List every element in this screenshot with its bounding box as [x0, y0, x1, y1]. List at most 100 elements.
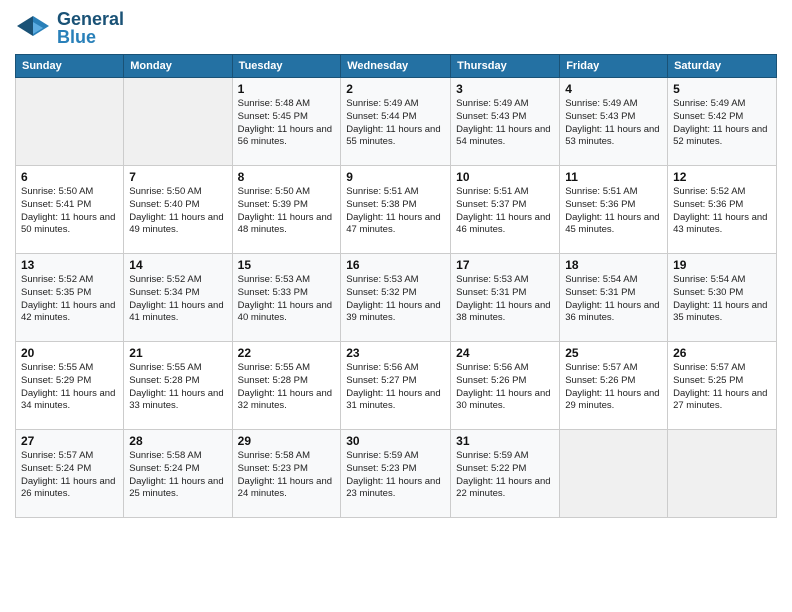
- calendar-week-row: 27 Sunrise: 5:57 AM Sunset: 5:24 PM Dayli…: [16, 430, 777, 518]
- day-detail: Sunrise: 5:49 AM Sunset: 5:43 PM Dayligh…: [456, 98, 554, 149]
- day-number: 18: [565, 258, 662, 272]
- calendar-cell: 13 Sunrise: 5:52 AM Sunset: 5:35 PM Dayli…: [16, 254, 124, 342]
- day-detail: Sunrise: 5:56 AM Sunset: 5:27 PM Dayligh…: [346, 362, 445, 413]
- header-wednesday: Wednesday: [341, 55, 451, 78]
- day-detail: Sunrise: 5:55 AM Sunset: 5:28 PM Dayligh…: [129, 362, 226, 413]
- day-number: 17: [456, 258, 554, 272]
- calendar-week-row: 20Sunrise: 5:55 AM Sunset: 5:29 PM Dayli…: [16, 342, 777, 430]
- day-detail: Sunrise: 5:48 AM Sunset: 5:45 PM Dayligh…: [238, 98, 336, 149]
- calendar-cell: 25 Sunrise: 5:57 AM Sunset: 5:26 PM Dayli…: [560, 342, 668, 430]
- calendar-cell: [16, 78, 124, 166]
- day-number: 5: [673, 82, 771, 96]
- day-number: 13: [21, 258, 118, 272]
- day-detail: Sunrise: 5:53 AM Sunset: 5:32 PM Dayligh…: [346, 274, 445, 325]
- calendar-cell: 19Sunrise: 5:54 AM Sunset: 5:30 PM Dayli…: [668, 254, 777, 342]
- calendar-cell: 30Sunrise: 5:59 AM Sunset: 5:23 PM Dayli…: [341, 430, 451, 518]
- day-detail: Sunrise: 5:52 AM Sunset: 5:36 PM Dayligh…: [673, 186, 771, 237]
- calendar-cell: [560, 430, 668, 518]
- day-detail: Sunrise: 5:50 AM Sunset: 5:40 PM Dayligh…: [129, 186, 226, 237]
- day-number: 1: [238, 82, 336, 96]
- calendar-cell: 5 Sunrise: 5:49 AM Sunset: 5:42 PM Daylig…: [668, 78, 777, 166]
- calendar-cell: [124, 78, 232, 166]
- day-number: 25: [565, 346, 662, 360]
- day-number: 10: [456, 170, 554, 184]
- day-detail: Sunrise: 5:59 AM Sunset: 5:23 PM Dayligh…: [346, 450, 445, 501]
- calendar-cell: 26Sunrise: 5:57 AM Sunset: 5:25 PM Dayli…: [668, 342, 777, 430]
- calendar-cell: 10 Sunrise: 5:51 AM Sunset: 5:37 PM Dayli…: [451, 166, 560, 254]
- header-tuesday: Tuesday: [232, 55, 341, 78]
- header: General Blue: [15, 10, 777, 46]
- day-detail: Sunrise: 5:57 AM Sunset: 5:26 PM Dayligh…: [565, 362, 662, 413]
- day-number: 21: [129, 346, 226, 360]
- day-number: 31: [456, 434, 554, 448]
- day-number: 2: [346, 82, 445, 96]
- day-detail: Sunrise: 5:53 AM Sunset: 5:33 PM Dayligh…: [238, 274, 336, 325]
- calendar-cell: 14 Sunrise: 5:52 AM Sunset: 5:34 PM Dayli…: [124, 254, 232, 342]
- calendar-week-row: 13 Sunrise: 5:52 AM Sunset: 5:35 PM Dayli…: [16, 254, 777, 342]
- day-number: 16: [346, 258, 445, 272]
- calendar-header-row: Sunday Monday Tuesday Wednesday Thursday…: [16, 55, 777, 78]
- day-number: 19: [673, 258, 771, 272]
- day-number: 9: [346, 170, 445, 184]
- calendar-cell: 21 Sunrise: 5:55 AM Sunset: 5:28 PM Dayli…: [124, 342, 232, 430]
- calendar-cell: 23 Sunrise: 5:56 AM Sunset: 5:27 PM Dayli…: [341, 342, 451, 430]
- logo-text: General Blue: [57, 10, 124, 46]
- day-number: 3: [456, 82, 554, 96]
- day-number: 15: [238, 258, 336, 272]
- logo-icon: [15, 14, 51, 42]
- day-number: 27: [21, 434, 118, 448]
- day-number: 14: [129, 258, 226, 272]
- calendar-cell: [668, 430, 777, 518]
- calendar-cell: 16 Sunrise: 5:53 AM Sunset: 5:32 PM Dayli…: [341, 254, 451, 342]
- calendar-cell: 18 Sunrise: 5:54 AM Sunset: 5:31 PM Dayli…: [560, 254, 668, 342]
- day-number: 7: [129, 170, 226, 184]
- calendar-cell: 29Sunrise: 5:58 AM Sunset: 5:23 PM Dayli…: [232, 430, 341, 518]
- day-detail: Sunrise: 5:55 AM Sunset: 5:29 PM Dayligh…: [21, 362, 118, 413]
- day-detail: Sunrise: 5:52 AM Sunset: 5:35 PM Dayligh…: [21, 274, 118, 325]
- day-number: 4: [565, 82, 662, 96]
- day-detail: Sunrise: 5:57 AM Sunset: 5:25 PM Dayligh…: [673, 362, 771, 413]
- day-detail: Sunrise: 5:49 AM Sunset: 5:43 PM Dayligh…: [565, 98, 662, 149]
- calendar-cell: 17 Sunrise: 5:53 AM Sunset: 5:31 PM Dayli…: [451, 254, 560, 342]
- day-detail: Sunrise: 5:52 AM Sunset: 5:34 PM Dayligh…: [129, 274, 226, 325]
- day-detail: Sunrise: 5:51 AM Sunset: 5:36 PM Dayligh…: [565, 186, 662, 237]
- day-detail: Sunrise: 5:49 AM Sunset: 5:42 PM Dayligh…: [673, 98, 771, 149]
- day-detail: Sunrise: 5:51 AM Sunset: 5:38 PM Dayligh…: [346, 186, 445, 237]
- day-number: 23: [346, 346, 445, 360]
- calendar-table: Sunday Monday Tuesday Wednesday Thursday…: [15, 54, 777, 518]
- day-detail: Sunrise: 5:54 AM Sunset: 5:31 PM Dayligh…: [565, 274, 662, 325]
- calendar-cell: 24Sunrise: 5:56 AM Sunset: 5:26 PM Dayli…: [451, 342, 560, 430]
- day-detail: Sunrise: 5:57 AM Sunset: 5:24 PM Dayligh…: [21, 450, 118, 501]
- day-detail: Sunrise: 5:58 AM Sunset: 5:24 PM Dayligh…: [129, 450, 226, 501]
- calendar-cell: 20Sunrise: 5:55 AM Sunset: 5:29 PM Dayli…: [16, 342, 124, 430]
- day-detail: Sunrise: 5:53 AM Sunset: 5:31 PM Dayligh…: [456, 274, 554, 325]
- calendar-cell: 27 Sunrise: 5:57 AM Sunset: 5:24 PM Dayli…: [16, 430, 124, 518]
- logo: General Blue: [15, 10, 124, 46]
- day-number: 28: [129, 434, 226, 448]
- day-detail: Sunrise: 5:51 AM Sunset: 5:37 PM Dayligh…: [456, 186, 554, 237]
- calendar-cell: 12 Sunrise: 5:52 AM Sunset: 5:36 PM Dayli…: [668, 166, 777, 254]
- header-thursday: Thursday: [451, 55, 560, 78]
- calendar-week-row: 6Sunrise: 5:50 AM Sunset: 5:41 PM Daylig…: [16, 166, 777, 254]
- day-number: 22: [238, 346, 336, 360]
- day-detail: Sunrise: 5:49 AM Sunset: 5:44 PM Dayligh…: [346, 98, 445, 149]
- calendar-cell: 2 Sunrise: 5:49 AM Sunset: 5:44 PM Daylig…: [341, 78, 451, 166]
- header-monday: Monday: [124, 55, 232, 78]
- day-number: 12: [673, 170, 771, 184]
- calendar-cell: 8Sunrise: 5:50 AM Sunset: 5:39 PM Daylig…: [232, 166, 341, 254]
- calendar-cell: 11 Sunrise: 5:51 AM Sunset: 5:36 PM Dayli…: [560, 166, 668, 254]
- calendar-cell: 15 Sunrise: 5:53 AM Sunset: 5:33 PM Dayli…: [232, 254, 341, 342]
- calendar-cell: 22 Sunrise: 5:55 AM Sunset: 5:28 PM Dayli…: [232, 342, 341, 430]
- day-number: 24: [456, 346, 554, 360]
- day-number: 6: [21, 170, 118, 184]
- header-sunday: Sunday: [16, 55, 124, 78]
- day-number: 8: [238, 170, 336, 184]
- day-detail: Sunrise: 5:58 AM Sunset: 5:23 PM Dayligh…: [238, 450, 336, 501]
- day-detail: Sunrise: 5:55 AM Sunset: 5:28 PM Dayligh…: [238, 362, 336, 413]
- page: General Blue Sunday Monday Tuesday Wedne…: [0, 0, 792, 612]
- calendar-cell: 7 Sunrise: 5:50 AM Sunset: 5:40 PM Daylig…: [124, 166, 232, 254]
- calendar-week-row: 1 Sunrise: 5:48 AM Sunset: 5:45 PM Daylig…: [16, 78, 777, 166]
- calendar-cell: 3 Sunrise: 5:49 AM Sunset: 5:43 PM Daylig…: [451, 78, 560, 166]
- header-friday: Friday: [560, 55, 668, 78]
- day-number: 11: [565, 170, 662, 184]
